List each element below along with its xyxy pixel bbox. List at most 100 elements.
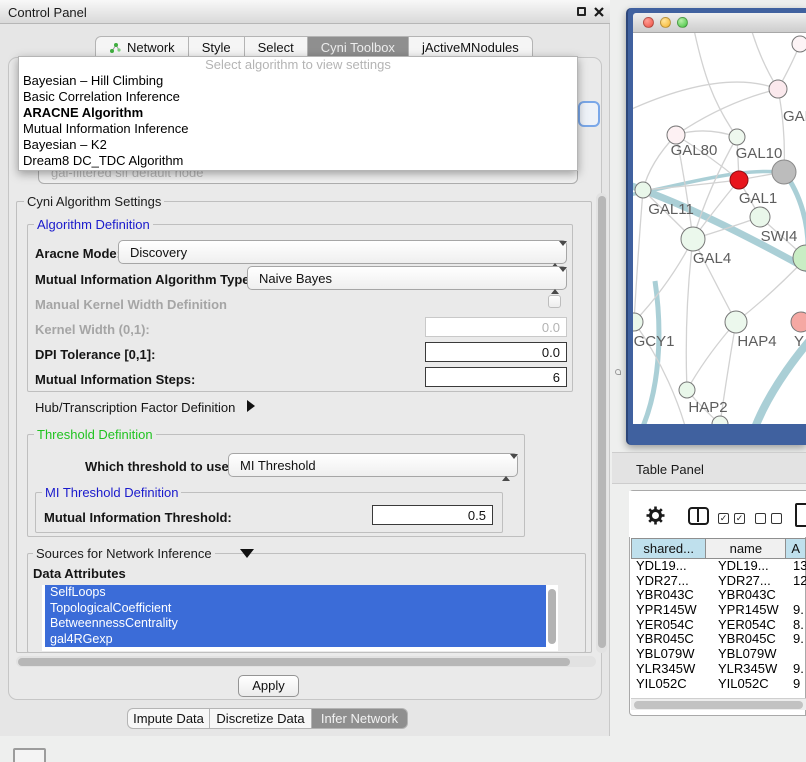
settings-horizontal-scrollbar[interactable] <box>16 656 596 667</box>
algorithm-option[interactable]: Bayesian – K2 <box>19 137 577 153</box>
node-HAP4[interactable] <box>725 311 747 333</box>
network-window-titlebar[interactable] <box>633 13 806 33</box>
data-attributes-list[interactable]: SelfLoopsTopologicalCoefficientBetweenne… <box>42 585 558 651</box>
collapse-arrow-icon[interactable] <box>240 549 254 558</box>
table-cell: YDL19... <box>708 559 790 574</box>
expand-arrow-icon[interactable] <box>247 400 255 412</box>
table-cell: YBR045C <box>631 632 708 647</box>
table-row[interactable]: YBL079WYBL079W <box>631 647 806 662</box>
algorithm-option[interactable]: Mutual Information Inference <box>19 121 577 137</box>
node-GAL11[interactable] <box>635 182 651 198</box>
table-row[interactable]: YER054CYER054C8. <box>631 618 806 633</box>
tab-infer-network[interactable]: Infer Network <box>312 708 408 729</box>
table-cell: YLR345W <box>631 662 708 677</box>
algorithm-option[interactable]: ARACNE Algorithm <box>19 105 577 121</box>
tab-jactivemnodules[interactable]: jActiveMNodules <box>409 36 533 58</box>
table-row[interactable]: YLR345WYLR345W9. <box>631 662 806 677</box>
node-gray[interactable] <box>772 160 796 184</box>
zoom-traffic-light-icon[interactable] <box>677 17 688 28</box>
scrollbar-thumb[interactable] <box>634 701 803 709</box>
checked-checkbox-icon[interactable]: ✓ <box>734 513 745 524</box>
gear-icon[interactable] <box>646 506 665 525</box>
node-GAL4[interactable] <box>681 227 705 251</box>
data-attribute-item[interactable]: gal4RGexp <box>45 632 546 648</box>
node-GAL11-label: GAL11 <box>648 201 694 218</box>
node-GAL1[interactable] <box>750 207 770 227</box>
unchecked-checkbox-icon[interactable] <box>771 513 782 524</box>
inference-algorithm-combobox-edge[interactable] <box>578 101 600 127</box>
kernel-width-value: 0.0 <box>542 320 560 335</box>
mi-steps-field[interactable]: 6 <box>425 367 567 387</box>
scrollbar-thumb[interactable] <box>598 196 606 648</box>
table-row[interactable]: YDL19...YDL19...13 <box>631 559 806 574</box>
float-window-icon[interactable] <box>577 7 586 16</box>
table-panel-titlebar[interactable]: Table Panel <box>612 452 806 484</box>
node-salmon[interactable] <box>791 312 806 332</box>
node-HAP2[interactable] <box>679 382 695 398</box>
attr-list-scrollbar[interactable] <box>548 589 556 644</box>
data-attribute-item[interactable]: BetweennessCentrality <box>45 616 546 632</box>
collapsed-panel-icon[interactable] <box>13 748 46 762</box>
unchecked-checkbox-icon[interactable] <box>755 513 766 524</box>
tab-label: Select <box>258 40 294 55</box>
panel-resize-grip[interactable] <box>613 369 620 379</box>
table-row[interactable]: YBR043CYBR043C <box>631 588 806 603</box>
table-row[interactable]: YBR045CYBR045C9. <box>631 632 806 647</box>
spinner-arrows-icon <box>551 272 559 286</box>
kernel-width-field[interactable]: 0.0 <box>425 317 567 337</box>
table-row[interactable]: YIL052CYIL052C9 <box>631 677 806 692</box>
table-horizontal-scrollbar[interactable] <box>631 698 806 710</box>
node-GCY1[interactable] <box>633 313 643 331</box>
data-attribute-item[interactable]: SelfLoops <box>45 585 546 601</box>
tab-style[interactable]: Style <box>189 36 245 58</box>
close-traffic-light-icon[interactable] <box>643 17 654 28</box>
network-edge <box>693 33 737 137</box>
column-header-name[interactable]: name <box>706 538 786 559</box>
algorithm-option[interactable]: Dream8 DC_TDC Algorithm <box>19 153 577 169</box>
node-salmon-label: Y <box>794 333 804 350</box>
node-GAL10[interactable] <box>729 129 745 145</box>
tab-label: jActiveMNodules <box>422 40 519 55</box>
node-red[interactable] <box>730 171 748 189</box>
which-threshold-combobox[interactable]: MI Threshold <box>228 453 518 477</box>
node-bottom[interactable] <box>712 416 728 424</box>
tab-impute-data[interactable]: Impute Data <box>127 708 210 729</box>
mi-threshold-field[interactable]: 0.5 <box>372 505 493 525</box>
mi-type-combobox[interactable]: Naive Bayes <box>247 266 567 290</box>
sources-group-title: Sources for Network Inference <box>33 546 215 561</box>
dpi-tolerance-field[interactable]: 0.0 <box>425 342 567 362</box>
data-attribute-item[interactable]: TopologicalCoefficient <box>45 601 546 617</box>
manual-kernel-checkbox[interactable] <box>548 295 561 308</box>
column-header-A[interactable]: A <box>786 538 806 559</box>
column-header-shared...[interactable]: shared... <box>631 538 706 559</box>
table-row[interactable]: YPR145WYPR145W9. <box>631 603 806 618</box>
table-row[interactable]: YDR27...YDR27...12 <box>631 574 806 589</box>
tab-cyni-toolbox[interactable]: Cyni Toolbox <box>308 36 409 58</box>
minimize-traffic-light-icon[interactable] <box>660 17 671 28</box>
bottom-tab-bar: Impute DataDiscretize DataInfer Network <box>127 708 408 729</box>
settings-vertical-scrollbar[interactable] <box>596 193 607 653</box>
close-window-icon[interactable] <box>594 7 604 17</box>
aracne-mode-combobox[interactable]: Discovery <box>118 240 567 264</box>
control-panel-titlebar[interactable]: Control Panel <box>0 0 610 24</box>
table-cell: 9 <box>790 677 806 692</box>
table-cell: YBR043C <box>708 588 790 603</box>
node-top[interactable] <box>792 36 806 52</box>
tab-label: Style <box>202 40 231 55</box>
columns-icon[interactable] <box>688 507 709 525</box>
algorithm-option[interactable]: Basic Correlation Inference <box>19 89 577 105</box>
tab-select[interactable]: Select <box>245 36 308 58</box>
aracne-mode-label: Aracne Mode: <box>35 246 121 261</box>
network-canvas[interactable]: GALGAL80GAL10GAL1GAL11SWI4GAL4GCY1HAP4YH… <box>633 33 806 424</box>
checked-checkbox-icon[interactable]: ✓ <box>718 513 729 524</box>
mi-type-value: Naive Bayes <box>259 271 332 286</box>
apply-button[interactable]: Apply <box>238 675 299 697</box>
node-gal-partial[interactable] <box>769 80 787 98</box>
tab-network[interactable]: Network <box>95 36 189 58</box>
scrollbar-thumb[interactable] <box>18 658 570 666</box>
tab-discretize-data[interactable]: Discretize Data <box>210 708 312 729</box>
document-icon[interactable] <box>795 503 806 527</box>
algorithm-option[interactable]: Bayesian – Hill Climbing <box>19 73 577 89</box>
hub-section-label[interactable]: Hub/Transcription Factor Definition <box>35 400 235 415</box>
network-graph: GALGAL80GAL10GAL1GAL11SWI4GAL4GCY1HAP4YH… <box>633 33 806 424</box>
